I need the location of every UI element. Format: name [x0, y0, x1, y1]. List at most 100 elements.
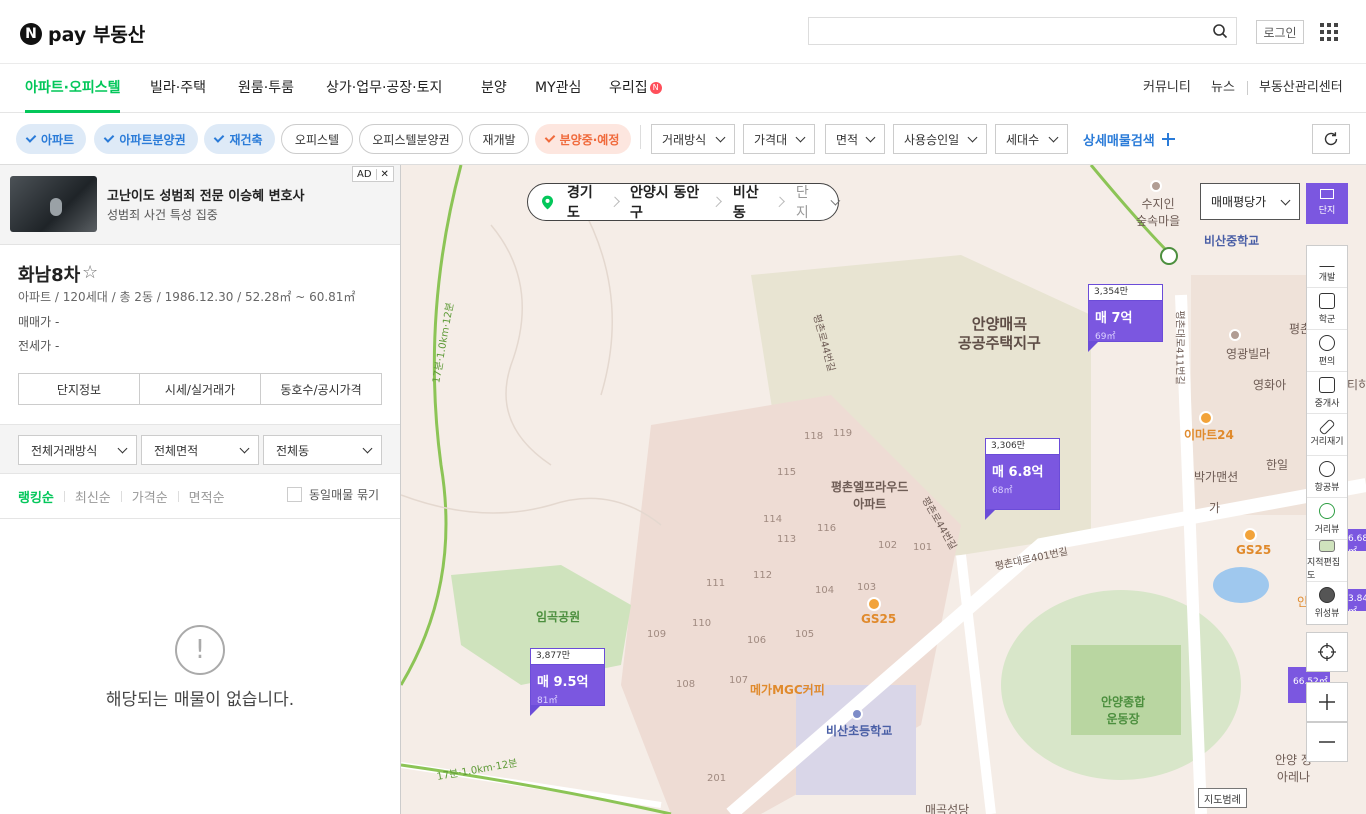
price-type-select[interactable]: 매매평당가 — [1200, 183, 1300, 220]
label-gs25-a: GS25 — [861, 612, 897, 626]
nav-presale[interactable]: 분양 — [481, 64, 507, 113]
sort-latest[interactable]: 최신순 — [75, 487, 111, 506]
nav-oneroom[interactable]: 원룸·투룸 — [238, 64, 294, 113]
chip-reconstruction[interactable]: 재건축 — [204, 124, 275, 154]
nav-agent-center[interactable]: 부동산관리센터 — [1259, 64, 1343, 113]
marker-area: 68㎡ — [992, 486, 1013, 496]
dropdown-all-transactions[interactable]: 전체거래방식 — [18, 435, 137, 465]
refresh-button[interactable] — [1312, 124, 1350, 154]
chip-officetel-presale-right[interactable]: 오피스텔분양권 — [359, 124, 463, 154]
dropdown-label: 전체거래방식 — [31, 443, 98, 458]
price-marker-partial[interactable]: 6.68㎡ — [1348, 529, 1366, 551]
nav-commercial[interactable]: 상가·업무·공장·토지 — [326, 64, 442, 113]
sort-ranking[interactable]: 랭킹순 — [18, 487, 54, 506]
checkbox[interactable] — [287, 487, 302, 502]
dropdown-label: 전체면적 — [154, 443, 199, 458]
dropdown-all-areas[interactable]: 전체면적 — [141, 435, 259, 465]
app-root: N pay 부동산 로그인 아파트·오피스텔 빌라·주택 원룸·투룸 상가·업무… — [0, 0, 1366, 814]
dropdown-label: 면적 — [836, 132, 859, 147]
building-number: 114 — [763, 514, 783, 525]
empty-message: 해당되는 매물이 없습니다. — [105, 690, 295, 710]
detail-search-label: 상세매물검색 — [1083, 133, 1155, 149]
ad-banner[interactable]: 고난이도 성범죄 전문 이승혜 변호사 성범죄 사건 특성 집중 AD ✕ — [0, 165, 400, 245]
dropdown-area[interactable]: 면적 — [825, 124, 885, 154]
marker-body: 매 6.8억 68㎡ — [985, 454, 1060, 510]
current-location-button[interactable] — [1306, 632, 1348, 672]
dropdown-all-buildings[interactable]: 전체동 — [263, 435, 382, 465]
tab-unit-official-price[interactable]: 동호수/공시가격 — [261, 374, 381, 404]
tool-development[interactable]: 개발 — [1307, 246, 1347, 288]
chip-apartment[interactable]: 아파트 — [16, 124, 86, 154]
sort-price[interactable]: 가격순 — [132, 487, 168, 506]
chevron-down-icon — [795, 132, 806, 143]
label-yeonghwa: 영화아 — [1253, 378, 1287, 392]
complex-toggle-button[interactable]: 단지 — [1306, 183, 1348, 224]
price-marker[interactable]: 3,354만 매 7억 69㎡ — [1088, 284, 1163, 352]
chip-officetel[interactable]: 오피스텔 — [281, 124, 353, 154]
chip-redevelopment[interactable]: 재개발 — [469, 124, 529, 154]
breadcrumb-province[interactable]: 경기도 — [559, 182, 615, 222]
tool-street-view[interactable]: 거리뷰 — [1307, 498, 1347, 540]
search-icon[interactable] — [1212, 23, 1228, 39]
dropdown-price-range[interactable]: 가격대 — [743, 124, 815, 154]
breadcrumb-city[interactable]: 안양시 동안구 — [622, 182, 717, 222]
tool-measure-distance[interactable]: 거리재기 — [1307, 414, 1347, 456]
jeonse-price-row: 전세가 - — [18, 337, 59, 354]
tab-price-transaction[interactable]: 시세/실거래가 — [140, 374, 261, 404]
chevron-down-icon — [117, 443, 128, 454]
school-icon — [851, 708, 863, 720]
nav-community[interactable]: 커뮤니티 — [1143, 64, 1191, 113]
tool-agent[interactable]: 중개사 — [1307, 372, 1347, 414]
building-number: 111 — [706, 578, 726, 589]
building-number: 101 — [913, 542, 933, 553]
map-area[interactable]: 안양매곡 공공주택지구 평촌엘프라우드 아파트 임곡공원 이마트24 GS25 GS… — [401, 165, 1366, 814]
close-icon[interactable]: ✕ — [375, 168, 393, 180]
label-church: 매곡성당 — [925, 803, 970, 814]
price-marker-partial[interactable]: 3.84㎡ — [1348, 589, 1366, 611]
nav-my-interest[interactable]: MY관심 — [535, 64, 581, 113]
tool-satellite-view[interactable]: 위성뷰 — [1307, 582, 1347, 624]
price-marker[interactable]: 3,306만 매 6.8억 68㎡ — [985, 438, 1060, 520]
tool-school-district[interactable]: 학군 — [1307, 288, 1347, 330]
nav-my-home[interactable]: 우리집 N — [609, 64, 662, 113]
nav-villa-house[interactable]: 빌라·주택 — [150, 64, 206, 113]
dropdown-transaction-type[interactable]: 거래방식 — [651, 124, 735, 154]
sort-divider — [63, 491, 65, 502]
crosshair-icon — [1318, 643, 1336, 661]
tool-label: 편의 — [1318, 356, 1336, 367]
dropdown-approval-date[interactable]: 사용승인일 — [893, 124, 987, 154]
chip-label: 아파트분양권 — [119, 132, 186, 147]
tool-convenience[interactable]: 편의 — [1307, 330, 1347, 372]
sale-price-row: 매매가 - — [18, 313, 59, 330]
login-button[interactable]: 로그인 — [1256, 20, 1304, 44]
sort-area[interactable]: 면적순 — [189, 487, 225, 506]
group-same-listings[interactable]: 동일매물 묶기 — [287, 486, 379, 503]
tab-complex-info[interactable]: 단지정보 — [19, 374, 140, 404]
tool-cadastral-map[interactable]: 지적편집도 — [1307, 540, 1347, 582]
naver-n-icon: N — [20, 22, 42, 45]
logo[interactable]: N pay 부동산 — [20, 20, 145, 47]
nav-news[interactable]: 뉴스 — [1211, 64, 1235, 113]
label-ga: 가 — [1209, 501, 1221, 515]
tool-aerial-view[interactable]: 항공뷰 — [1307, 456, 1347, 498]
price-marker[interactable]: 3,877만 매 9.5억 81㎡ — [530, 648, 605, 716]
building-number: 110 — [692, 618, 712, 629]
label-mega-coffee: 메가MGC커피 — [750, 683, 825, 697]
building-number: 116 — [817, 523, 837, 534]
zoom-in-button[interactable] — [1306, 682, 1348, 722]
breadcrumb-complex[interactable]: 단지 — [788, 182, 820, 222]
chevron-down-icon — [1280, 195, 1291, 206]
label-suji-village: 수지인 숲속마을 — [1136, 197, 1181, 228]
chip-presale-upcoming[interactable]: 분양중·예정 — [535, 124, 631, 154]
star-icon[interactable]: ☆ — [82, 262, 98, 283]
label-school: 비산초등학교 — [826, 724, 893, 738]
nav-apartment-officetel[interactable]: 아파트·오피스텔 — [25, 64, 121, 113]
zoom-out-button[interactable] — [1306, 722, 1348, 762]
dropdown-households[interactable]: 세대수 — [995, 124, 1068, 154]
search-input[interactable] — [808, 17, 1237, 45]
map-legend-button[interactable]: 지도범례 — [1198, 788, 1247, 808]
chip-apartment-presale-right[interactable]: 아파트분양권 — [94, 124, 198, 154]
app-grid-icon[interactable] — [1320, 23, 1338, 41]
breadcrumb-dong[interactable]: 비산동 — [725, 182, 781, 222]
detail-search-button[interactable]: 상세매물검색 — [1083, 124, 1175, 154]
